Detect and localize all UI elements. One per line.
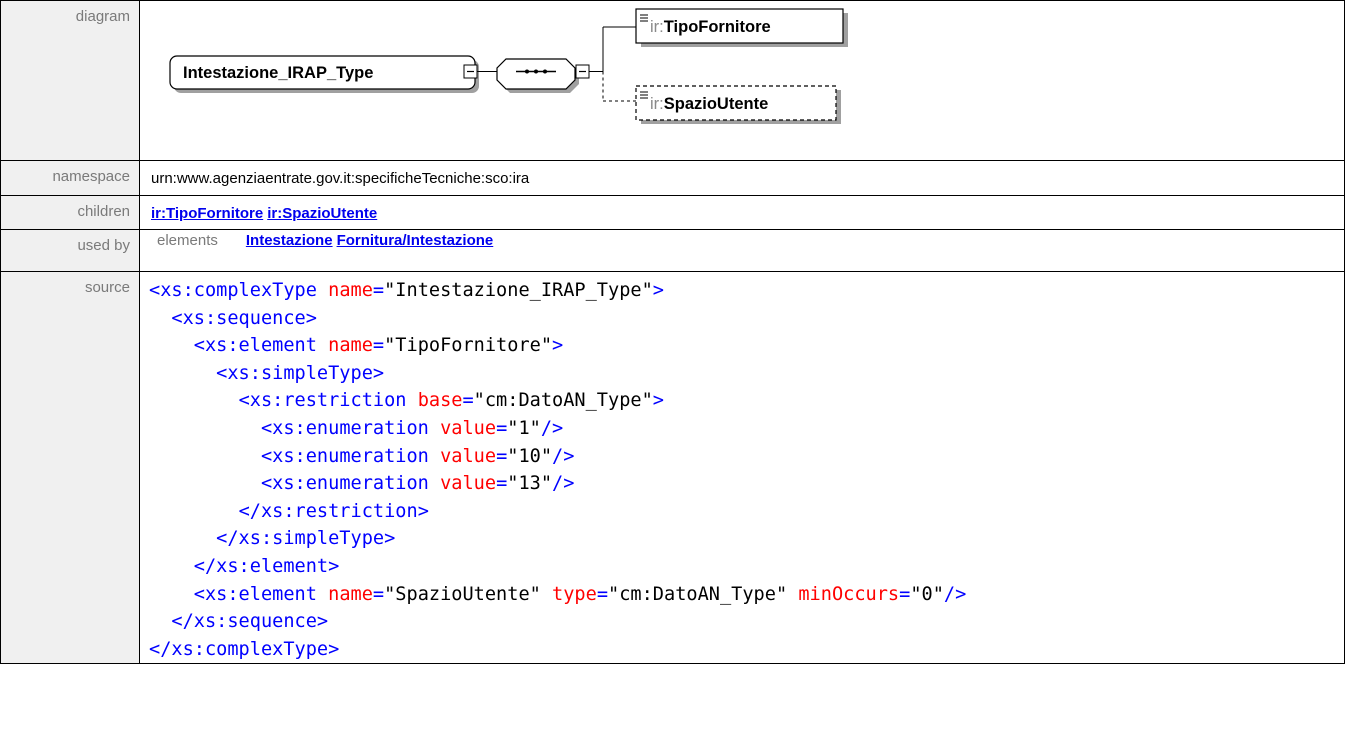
xml-attr-name: minOccurs <box>798 583 900 605</box>
xml-attr-name: value <box>440 445 497 467</box>
source-line: </xs:complexType> <box>149 638 340 660</box>
used-by-cell: elements Intestazione Fornitura/Intestazio… <box>139 229 1345 272</box>
namespace-cell: urn:www.agenziaentrate.gov.it:specifiche… <box>139 160 1345 196</box>
xml-attr-name: value <box>440 417 497 439</box>
source-line: </xs:element> <box>193 555 340 577</box>
xml-tag: </xs:restriction <box>238 500 418 522</box>
xml-attr-value: "SpazioUtente" <box>384 583 541 605</box>
used-by-link-intestazione[interactable]: Intestazione <box>246 232 333 249</box>
used-by-kind: elements <box>157 232 218 249</box>
sequence-dot-1 <box>525 69 529 74</box>
used-by-content: elements Intestazione Fornitura/Intestazio… <box>140 230 1344 249</box>
child1-name: TipoFornitore <box>664 18 771 36</box>
xml-attr-value: "1" <box>507 417 541 439</box>
source-line: <xs:simpleType> <box>216 362 385 384</box>
xml-attr-value: "cm:DatoAN_Type" <box>608 583 788 605</box>
xml-tag: <xs:enumeration <box>260 473 429 495</box>
xml-tag: <xs:enumeration <box>260 417 429 439</box>
sequence-compositor <box>496 58 576 90</box>
source-line: </xs:simpleType> <box>216 528 396 550</box>
sequence-dot-2 <box>534 69 538 74</box>
xml-attr-name: name <box>328 335 373 357</box>
namespace-row: namespace urn:www.agenziaentrate.gov.it:… <box>0 160 1345 196</box>
source-line: <xs:enumeration value="13"/> <box>260 473 575 495</box>
used-by-label: used by <box>77 237 130 254</box>
diagram-row: diagram Intestazione_IRAP_Type ir:TipoFo… <box>0 0 1345 161</box>
xsd-source-code: <xs:complexType name="Intestazione_IRAP_… <box>140 272 1344 663</box>
source-line: </xs:restriction> <box>238 500 429 522</box>
source-line: <xs:enumeration value="10"/> <box>260 445 575 467</box>
xml-attr-name: value <box>440 473 497 495</box>
namespace-label-cell: namespace <box>0 160 140 196</box>
used-by-link-fornitura-intestazione[interactable]: Fornitura/Intestazione <box>337 232 494 249</box>
child2-label: ir:SpazioUtente <box>650 95 768 113</box>
child1-label: ir:TipoFornitore <box>650 18 771 36</box>
source-cell: <xs:complexType name="Intestazione_IRAP_… <box>139 270 1345 665</box>
xml-tag: <xs:simpleType <box>216 362 373 384</box>
child2-name: SpazioUtente <box>664 95 769 113</box>
source-label: source <box>84 279 130 296</box>
used-by-label-cell: used by <box>0 229 140 272</box>
schema-diagram: Intestazione_IRAP_Type ir:TipoFornitore … <box>140 1 1344 160</box>
xml-tag: </xs:simpleType <box>216 528 385 550</box>
source-line: <xs:complexType name="Intestazione_IRAP_… <box>149 280 664 301</box>
xml-attr-value: "cm:DatoAN_Type" <box>473 390 653 412</box>
source-line: </xs:sequence> <box>171 611 329 633</box>
source-label-cell: source <box>0 270 140 665</box>
source-line: <xs:enumeration value="1"/> <box>260 417 564 439</box>
children-row: children ir:TipoFornitore ir:SpazioUtente <box>0 195 1345 230</box>
children-links: ir:TipoFornitore ir:SpazioUtente <box>140 196 1344 222</box>
xml-attr-name: base <box>417 390 463 412</box>
children-label-cell: children <box>0 195 140 230</box>
xml-attr-value: "10" <box>507 445 553 467</box>
xml-tag: </xs:element <box>193 555 329 577</box>
child-link-spazioutente[interactable]: ir:SpazioUtente <box>267 205 377 222</box>
child-link-tipofornitore[interactable]: ir:TipoFornitore <box>151 205 263 222</box>
xml-attr-value: "Intestazione_IRAP_Type" <box>384 280 653 301</box>
xml-tag: <xs:element <box>193 583 317 605</box>
diagram-label: diagram <box>75 8 130 25</box>
xml-attr-name: name <box>328 280 373 301</box>
xml-attr-name: type <box>552 583 597 605</box>
source-line: <xs:element name="TipoFornitore"> <box>193 335 564 357</box>
diagram-svg: Intestazione_IRAP_Type ir:TipoFornitore … <box>169 8 848 124</box>
source-row: source <xs:complexType name="Intestazion… <box>0 270 1345 665</box>
xml-tag: <xs:complexType <box>149 280 317 301</box>
sequence-dot-3 <box>543 69 547 74</box>
namespace-value: urn:www.agenziaentrate.gov.it:specifiche… <box>151 170 530 187</box>
diagram-label-cell: diagram <box>0 0 140 161</box>
child1-prefix: ir: <box>650 18 664 36</box>
child2-prefix: ir: <box>650 95 664 113</box>
schema-doc-table: diagram Intestazione_IRAP_Type ir:TipoFo… <box>0 0 1345 665</box>
used-by-row: used by elements Intestazione Fornitura/In… <box>0 229 1345 272</box>
root-type-name: Intestazione_IRAP_Type <box>183 64 373 82</box>
namespace-label: namespace <box>52 168 130 185</box>
diagram-cell: Intestazione_IRAP_Type ir:TipoFornitore … <box>139 0 1345 161</box>
children-label: children <box>77 203 130 220</box>
xml-tag: <xs:sequence <box>171 307 306 329</box>
source-line: <xs:element name="SpazioUtente" type="cm… <box>193 583 967 605</box>
xml-attr-value: "0" <box>910 583 944 605</box>
xml-tag: <xs:element <box>193 335 317 357</box>
xml-tag: </xs:complexType <box>149 638 329 660</box>
xml-tag: <xs:enumeration <box>260 445 429 467</box>
xml-attr-value: "TipoFornitore" <box>384 335 553 357</box>
source-line: <xs:sequence> <box>171 307 317 329</box>
source-line: <xs:restriction base="cm:DatoAN_Type"> <box>238 390 664 412</box>
xml-tag: </xs:sequence <box>171 611 317 633</box>
xml-attr-name: name <box>328 583 373 605</box>
xml-tag: <xs:restriction <box>238 390 407 412</box>
xml-attr-value: "13" <box>507 473 553 495</box>
children-cell: ir:TipoFornitore ir:SpazioUtente <box>139 195 1345 230</box>
